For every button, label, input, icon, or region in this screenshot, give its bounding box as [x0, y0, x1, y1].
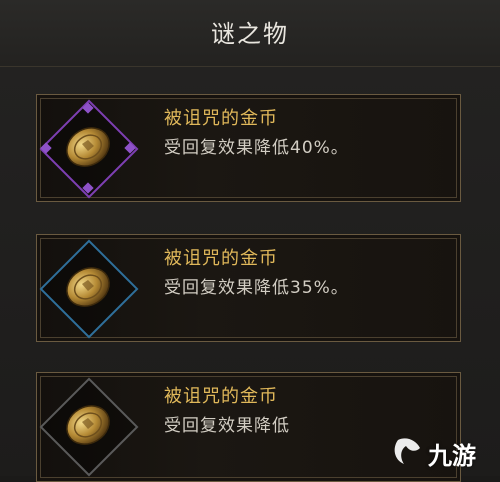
item-card[interactable]: 被诅咒的金币 受回复效果降低40%。 — [36, 94, 461, 202]
watermark-text: 九游 — [428, 442, 476, 470]
panel-title: 谜之物 — [211, 20, 289, 48]
item-description: 受回复效果降低40%。 — [164, 138, 349, 158]
item-name: 被诅咒的金币 — [164, 248, 278, 269]
item-name: 被诅咒的金币 — [164, 386, 278, 407]
cursed-coin-icon — [66, 405, 110, 445]
item-card[interactable]: 被诅咒的金币 受回复效果降低35%。 — [36, 234, 461, 342]
item-description: 受回复效果降低35%。 — [164, 278, 349, 298]
item-description: 受回复效果降低 — [164, 416, 290, 436]
item-icon-frame — [39, 239, 139, 339]
item-icon-frame — [39, 377, 139, 477]
item-icon-frame — [39, 99, 139, 199]
watermark: 九游 — [390, 434, 490, 470]
item-name: 被诅咒的金币 — [164, 108, 278, 129]
item-panel: 谜之物 被诅咒的金币 受回复效果降低40%。 被诅咒的金币 受回复效果降低35%… — [0, 0, 500, 482]
cursed-coin-icon — [66, 127, 110, 167]
watermark-logo-icon — [394, 438, 420, 464]
panel-header: 谜之物 — [0, 0, 500, 67]
cursed-coin-icon — [66, 267, 110, 307]
